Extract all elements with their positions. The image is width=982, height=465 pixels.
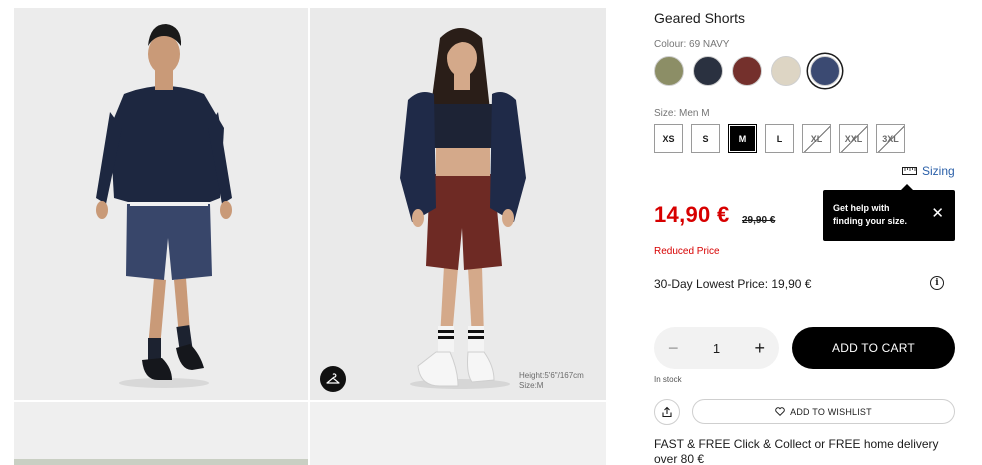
wishlist-label: ADD TO WISHLIST: [790, 406, 872, 417]
try-on-button[interactable]: [320, 366, 346, 392]
colour-swatch-beige[interactable]: [771, 56, 801, 86]
model-height: Height:5'6"/167cm: [519, 371, 584, 380]
size-option-s[interactable]: S: [691, 124, 720, 153]
stock-status: In stock: [654, 375, 682, 384]
sizing-link-label: Sizing: [922, 164, 955, 178]
tooltip-line-2: finding your size.: [833, 216, 908, 226]
product-photo-detail-1[interactable]: [14, 402, 308, 465]
model-size: Size:M: [519, 381, 544, 390]
product-title: Geared Shorts: [654, 10, 746, 26]
close-icon[interactable]: ✕: [931, 206, 944, 221]
size-selector: XS S M L XL XXL 3XL: [654, 124, 905, 153]
size-option-xs[interactable]: XS: [654, 124, 683, 153]
size-help-tooltip: Get help with finding your size. ✕: [823, 184, 955, 241]
size-option-3xl[interactable]: 3XL: [876, 124, 905, 153]
delivery-info: FAST & FREE Click & Collect or FREE home…: [654, 437, 939, 465]
colour-swatch-dark-navy[interactable]: [693, 56, 723, 86]
add-to-cart-button[interactable]: ADD TO CART: [792, 327, 955, 369]
colour-swatch-olive[interactable]: [654, 56, 684, 86]
product-gallery: Height:5'6"/167cm Size:M: [14, 8, 606, 465]
colour-swatches: [654, 56, 840, 86]
colour-swatch-navy[interactable]: [810, 56, 840, 86]
size-option-m[interactable]: M: [728, 124, 757, 153]
colour-label: Colour: 69 NAVY: [654, 39, 730, 50]
lowest-price-label: 30-Day Lowest Price: 19,90 €: [654, 277, 812, 291]
info-icon[interactable]: i: [930, 276, 944, 290]
quantity-value[interactable]: 1: [713, 341, 720, 356]
female-model-illustration: [400, 28, 526, 389]
ruler-icon: [902, 167, 917, 175]
hanger-icon: [326, 373, 340, 384]
add-to-wishlist-button[interactable]: ADD TO WISHLIST: [692, 399, 955, 424]
original-price: 29,90 €: [742, 215, 776, 226]
product-photo-detail-2[interactable]: [310, 402, 606, 465]
sizing-link[interactable]: Sizing: [902, 164, 955, 178]
size-option-xxl[interactable]: XXL: [839, 124, 868, 153]
photo-floor-strip: [14, 459, 308, 465]
share-button[interactable]: [654, 399, 680, 425]
size-label: Size: Men M: [654, 108, 710, 119]
sale-price: 14,90 €: [654, 202, 730, 227]
model-info: Height:5'6"/167cm Size:M: [519, 371, 584, 391]
product-photo-front-male[interactable]: [14, 8, 308, 400]
share-icon: [662, 406, 672, 418]
colour-swatch-brown[interactable]: [732, 56, 762, 86]
heart-icon: [775, 407, 785, 416]
male-model-illustration: [96, 24, 232, 388]
product-photo-front-female[interactable]: [310, 8, 606, 400]
increase-quantity-button[interactable]: +: [754, 338, 765, 359]
size-option-xl[interactable]: XL: [802, 124, 831, 153]
decrease-quantity-button[interactable]: −: [668, 338, 679, 359]
product-panel: Geared Shorts Colour: 69 NAVY Size: Men …: [654, 0, 964, 465]
quantity-stepper: − 1 +: [654, 327, 779, 369]
reduced-price-label: Reduced Price: [654, 246, 720, 257]
size-option-l[interactable]: L: [765, 124, 794, 153]
tooltip-line-1: Get help with: [833, 203, 890, 213]
